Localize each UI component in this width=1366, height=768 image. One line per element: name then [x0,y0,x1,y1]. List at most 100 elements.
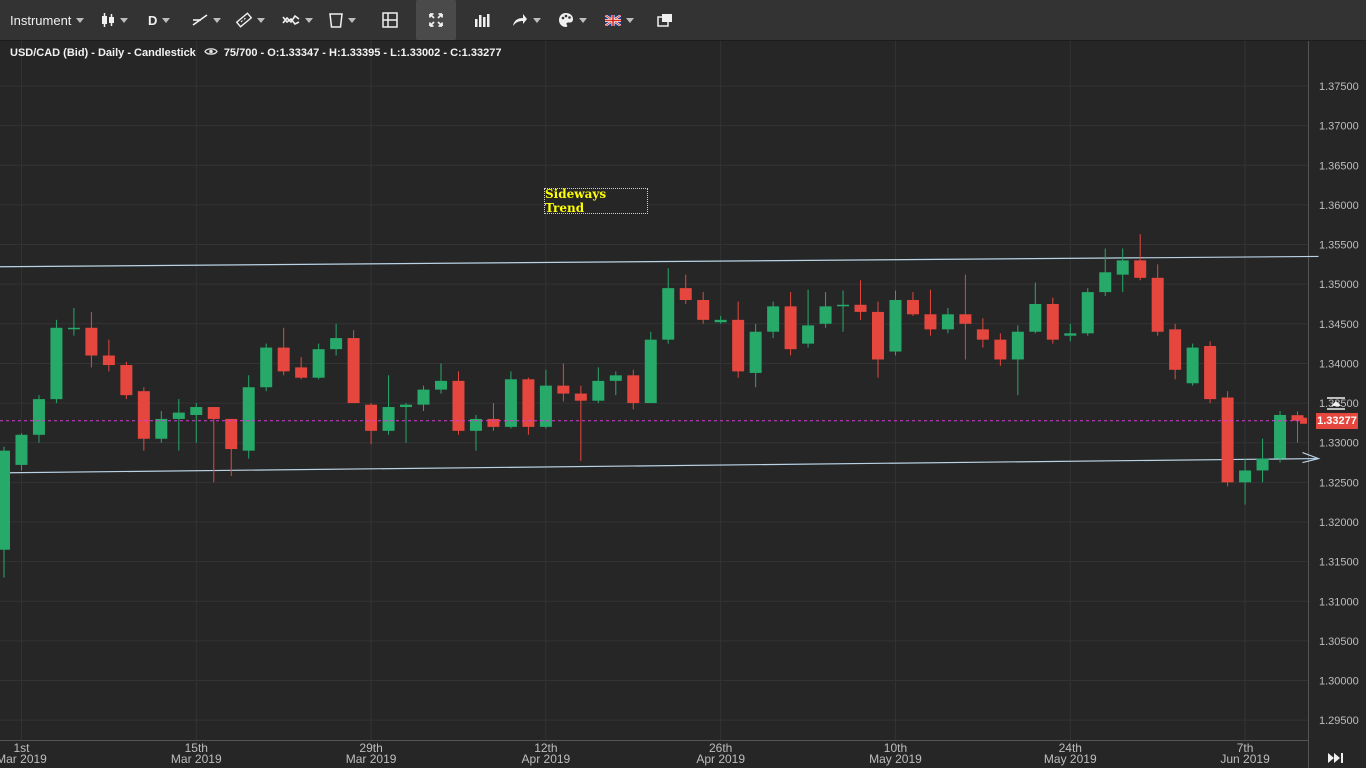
candle-body[interactable] [1256,458,1269,471]
candle-body[interactable] [1134,260,1147,278]
language-dropdown[interactable] [605,0,634,40]
candle-body[interactable] [50,327,63,400]
candle-body[interactable] [697,300,710,320]
candle-body[interactable] [225,418,238,450]
candle-body[interactable] [1221,397,1234,483]
candle-body[interactable] [854,304,867,312]
theme-dropdown[interactable] [558,0,587,40]
candle-body[interactable] [1169,329,1182,370]
x-tick-month-label: May 2019 [1044,752,1097,766]
candle-body[interactable] [906,300,919,315]
candle-body[interactable] [365,404,378,431]
candle-body[interactable] [1046,303,1059,340]
candle-body[interactable] [32,399,45,435]
volume-button[interactable] [474,0,490,40]
candle-body[interactable] [767,306,780,332]
price-scale-handle[interactable] [1325,396,1347,414]
candle-body[interactable] [190,407,203,415]
candle-body[interactable] [382,407,395,431]
fullscreen-button[interactable] [416,0,456,40]
candle-body[interactable] [1239,470,1252,483]
candle-body[interactable] [662,288,675,340]
share-dropdown[interactable] [512,0,541,40]
candle-body[interactable] [819,306,832,324]
candle-body[interactable] [435,380,447,390]
price-chart[interactable]: 1.37500 1.37000 1.36500 1.36000 1.35500 1.350… [0,0,1366,768]
candle-body[interactable] [242,387,255,451]
trendline[interactable] [0,457,1319,474]
candle-body[interactable] [976,329,989,340]
candle-body[interactable] [557,385,570,394]
candle-body[interactable] [1204,346,1217,400]
candle-body[interactable] [207,407,220,419]
palette-icon [558,12,574,28]
candle-body[interactable] [137,391,150,439]
candle-body[interactable] [1274,414,1287,459]
candle-body[interactable] [1099,272,1112,293]
candle-body[interactable] [417,389,430,405]
candle-body[interactable] [452,380,465,431]
instrument-dropdown[interactable]: Instrument [10,0,85,40]
candle-body[interactable] [924,314,937,330]
candle-body[interactable] [1081,292,1094,334]
candle-body[interactable] [172,412,185,419]
candle-body[interactable] [102,355,115,366]
candle-body[interactable] [592,380,605,401]
indicators-dropdown[interactable] [282,0,313,40]
candle-body[interactable] [400,404,413,408]
popout-window-button[interactable] [657,0,673,40]
candle-body[interactable] [732,319,745,372]
candle-body[interactable] [277,347,290,372]
candle-body[interactable] [802,325,815,344]
toolbar: Instrument D [0,0,1366,41]
eye-icon[interactable] [204,47,218,59]
candle-body[interactable] [941,314,954,330]
drawing-tools-dropdown[interactable] [192,0,221,40]
candle-body[interactable] [1116,260,1129,275]
candle-body[interactable] [784,306,797,350]
candle-body[interactable] [1011,331,1024,360]
candle-body[interactable] [1186,347,1199,384]
candle-body[interactable] [872,311,884,360]
measure-dropdown[interactable] [236,0,265,40]
candle-body[interactable] [627,375,640,404]
candle-body[interactable] [994,339,1007,360]
candle-body[interactable] [347,338,360,404]
candle-body[interactable] [889,300,902,352]
candle-body[interactable] [522,379,535,427]
delete-dropdown[interactable] [329,0,356,40]
y-tick-label: 1.34000 [1319,358,1359,370]
candle-body[interactable] [679,288,692,301]
candle-body[interactable] [155,418,168,439]
candle-body[interactable] [15,434,28,465]
candle-body[interactable] [85,327,98,356]
candle-body[interactable] [260,347,273,388]
timeframe-dropdown[interactable]: D [148,0,171,40]
candle-body[interactable] [295,367,308,378]
candle-body[interactable] [714,319,727,323]
candle-body[interactable] [1151,277,1164,332]
info-separator: - [257,47,268,59]
candle-body[interactable] [1029,303,1042,332]
layout-button[interactable] [382,0,398,40]
scroll-to-latest-icon[interactable] [1325,750,1347,766]
candle-body[interactable] [120,365,133,396]
chart-type-dropdown[interactable] [101,0,128,40]
candle-body[interactable] [837,304,850,307]
candle-body[interactable] [959,314,972,324]
candle-body[interactable] [487,418,500,427]
candle-body[interactable] [330,338,343,350]
candle-body[interactable] [749,331,762,373]
annotation-label: Sideways Trend [545,187,607,215]
candle-body[interactable] [312,349,325,378]
candle-body[interactable] [67,327,80,330]
candle-body[interactable] [0,450,10,550]
share-icon [512,13,528,27]
candle-body[interactable] [1064,333,1077,336]
candle-body[interactable] [644,339,657,404]
sideways-trend-annotation[interactable]: Sideways Trend [544,187,648,215]
candle-body[interactable] [609,375,622,381]
candle-body[interactable] [504,379,517,427]
bar-count: 75/700 [223,47,258,59]
candle-body[interactable] [574,393,587,401]
